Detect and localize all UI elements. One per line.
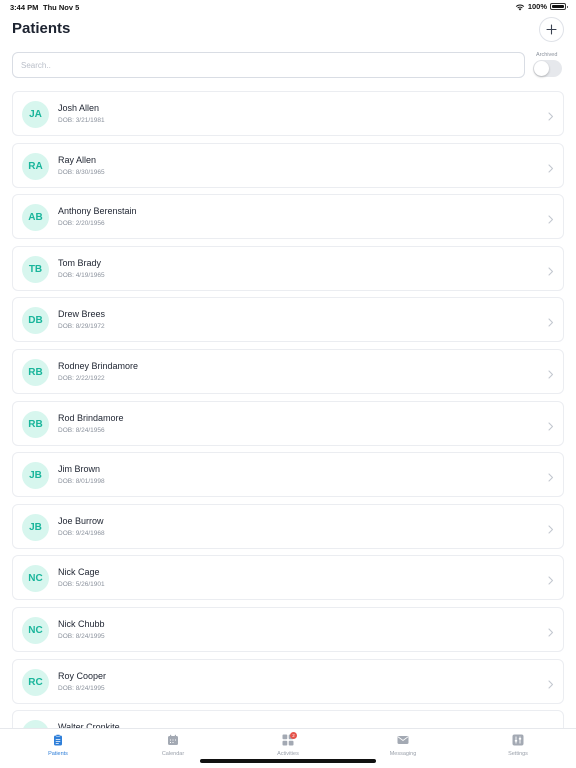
chevron-right-icon	[547, 521, 554, 539]
tab-settings[interactable]: Settings	[483, 732, 553, 762]
clipboard-icon	[54, 734, 62, 746]
patient-name: Jim Brown	[58, 464, 101, 475]
avatar: NC	[22, 565, 49, 593]
patient-row[interactable]: RC Roy Cooper DOB: 8/24/1995	[12, 658, 564, 704]
avatar: JB	[22, 462, 49, 490]
chevron-right-icon	[547, 108, 554, 126]
battery-percent: 100%	[527, 2, 547, 11]
patient-dob: DOB: 4/19/1965	[58, 271, 105, 279]
chevron-right-icon	[547, 418, 554, 436]
home-indicator	[200, 759, 376, 763]
patient-dob: DOB: 5/26/1901	[58, 581, 105, 589]
tab-activities[interactable]: 2 Activities	[253, 732, 323, 762]
chevron-right-icon	[547, 160, 554, 178]
patient-dob: DOB: 2/22/1922	[58, 375, 105, 382]
avatar: DB	[22, 307, 49, 335]
plus-icon	[546, 24, 557, 35]
patient-name: Rod Brindamore	[58, 412, 124, 423]
activities-badge: 2	[290, 732, 297, 739]
envelope-icon	[397, 736, 409, 744]
add-patient-button[interactable]	[539, 17, 564, 42]
patient-row[interactable]: JA Josh Allen DOB: 3/21/1981	[12, 91, 564, 136]
chevron-right-icon	[547, 211, 554, 229]
avatar: AB	[22, 204, 49, 232]
patient-row[interactable]: AB Anthony Berenstain DOB: 2/20/1956	[12, 194, 564, 240]
avatar: RB	[22, 359, 49, 386]
patient-dob: DOB: 8/29/1972	[58, 323, 105, 331]
tab-calendar[interactable]: Calendar	[138, 732, 208, 762]
patient-row[interactable]: RB Rodney Brindamore DOB: 2/22/1922	[12, 349, 564, 394]
patient-name: Rodney Brindamore	[58, 361, 139, 371]
patient-row[interactable]: JB Joe Burrow DOB: 9/24/1968	[12, 503, 564, 549]
tab-label: Activities	[277, 751, 299, 757]
avatar: JB	[22, 513, 49, 541]
avatar: TB	[22, 255, 49, 283]
patient-dob: DOB: 2/20/1956	[58, 220, 105, 228]
patient-name: Josh Allen	[58, 103, 100, 113]
patient-list: JA Josh Allen DOB: 3/21/1981 RA Ray Allen DOB…	[12, 91, 564, 729]
patient-row[interactable]: JB Jim Brown DOB: 8/01/1998	[12, 452, 564, 498]
tab-messaging[interactable]: Messaging	[368, 732, 438, 762]
toggle-knob	[534, 61, 549, 76]
avatar: NC	[22, 617, 49, 644]
chevron-right-icon	[547, 572, 554, 590]
chevron-right-icon	[547, 263, 554, 281]
battery-icon	[550, 2, 568, 11]
page-title: Patients	[12, 20, 71, 37]
patient-dob: DOB: 8/24/1956	[58, 426, 105, 434]
chevron-right-icon	[547, 469, 554, 487]
patient-dob: DOB: 3/21/1981	[58, 117, 105, 124]
patient-name: Ray Allen	[58, 154, 97, 165]
patient-name: Anthony Berenstain	[58, 206, 137, 217]
chevron-right-icon	[547, 314, 554, 332]
tab-patients[interactable]: Patients	[23, 732, 93, 762]
patient-dob: DOB: 8/01/1998	[58, 478, 105, 486]
patient-name: Nick Cage	[58, 567, 100, 578]
patient-row[interactable]: DB Drew Brees DOB: 8/29/1972	[12, 297, 564, 343]
wifi-icon	[515, 3, 525, 10]
status-date: Thu Nov 5	[43, 3, 80, 12]
tab-label: Patients	[48, 751, 68, 757]
avatar: JA	[22, 101, 49, 128]
patient-name: Nick Chubb	[58, 619, 105, 629]
archived-label: Archived	[536, 52, 558, 58]
patient-name: Joe Burrow	[58, 515, 104, 526]
chevron-right-icon	[547, 676, 554, 694]
status-time: 3:44 PM	[10, 3, 39, 12]
chevron-right-icon	[547, 366, 554, 384]
tab-label: Calendar	[161, 751, 185, 757]
patient-dob: DOB: 8/24/1995	[58, 633, 105, 640]
sliders-icon	[512, 734, 524, 746]
patient-row[interactable]: TB Tom Brady DOB: 4/19/1965	[12, 245, 564, 291]
avatar: RC	[22, 668, 49, 696]
patient-dob: DOB: 9/24/1968	[58, 529, 105, 537]
tab-label: Messaging	[389, 751, 417, 757]
avatar: RB	[22, 410, 49, 438]
calendar-icon	[168, 734, 178, 745]
status-indicators: 100%	[515, 2, 568, 11]
patient-name: Tom Brady	[58, 257, 102, 268]
chevron-right-icon	[547, 624, 554, 642]
patient-row[interactable]: RA Ray Allen DOB: 8/30/1965	[12, 142, 564, 188]
archived-toggle[interactable]	[533, 60, 562, 77]
patient-name: Roy Cooper	[58, 670, 107, 681]
patient-row[interactable]: NC Nick Cage DOB: 5/26/1901	[12, 555, 564, 601]
patient-row[interactable]: RB Rod Brindamore DOB: 8/24/1956	[12, 400, 564, 446]
patient-dob: DOB: 8/24/1995	[58, 684, 105, 692]
search-input[interactable]	[12, 52, 525, 78]
patient-name: Drew Brees	[58, 309, 106, 320]
patient-dob: DOB: 8/30/1965	[58, 168, 105, 176]
avatar: RA	[22, 152, 49, 180]
tab-label: Settings	[508, 751, 528, 757]
patient-row[interactable]: NC Nick Chubb DOB: 8/24/1995	[12, 607, 564, 652]
patient-row[interactable]: WCWalter Cronkite	[12, 710, 564, 729]
status-bar: 3:44 PM Thu Nov 5 100%	[0, 0, 576, 14]
